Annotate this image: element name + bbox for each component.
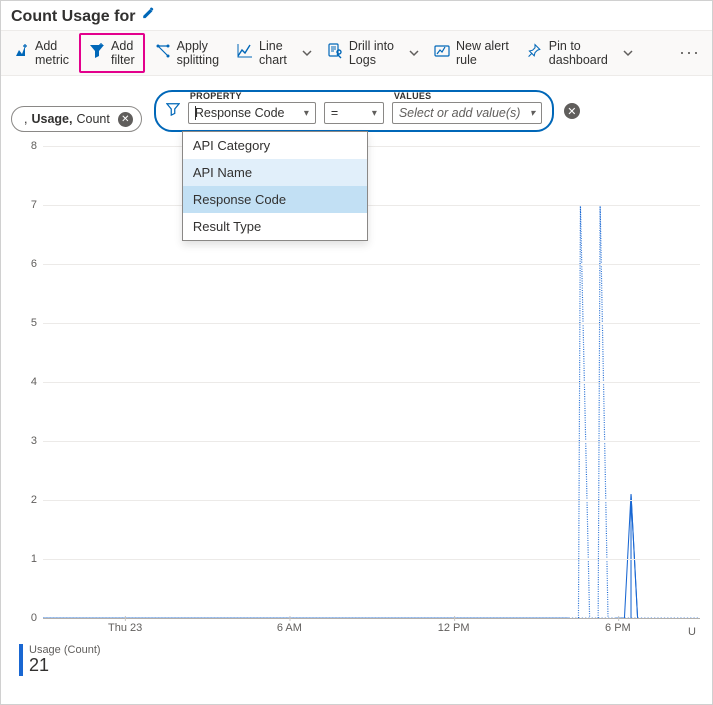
- dropdown-item[interactable]: Response Code: [183, 186, 367, 213]
- metric-pill-remove[interactable]: ✕: [118, 112, 133, 127]
- add-metric-button[interactable]: Add metric: [5, 33, 77, 73]
- y-tick: 5: [31, 317, 37, 329]
- x-tick: 6 AM: [277, 622, 302, 634]
- y-tick: 3: [31, 435, 37, 447]
- page-header: Count Usage for: [1, 1, 712, 30]
- filter-editor: PROPERTY Response Code ▾ = ▾ VALUES Sele…: [154, 90, 554, 132]
- add-metric-icon: [13, 43, 29, 62]
- y-tick: 1: [31, 553, 37, 565]
- dropdown-item[interactable]: Result Type: [183, 213, 367, 240]
- property-select[interactable]: Response Code ▾: [188, 102, 316, 124]
- drill-into-logs-button[interactable]: Drill into Logs: [319, 33, 402, 73]
- dropdown-item[interactable]: API Name: [183, 159, 367, 186]
- chart-plot[interactable]: [43, 146, 700, 618]
- apply-splitting-button[interactable]: Apply splitting: [147, 33, 227, 73]
- legend-value: 21: [29, 656, 712, 676]
- x-tick: 6 PM: [605, 622, 631, 634]
- new-alert-rule-button[interactable]: New alert rule: [426, 33, 517, 73]
- property-label: PROPERTY: [188, 91, 316, 101]
- x-tick: Thu 23: [108, 622, 142, 634]
- filter-icon: [89, 43, 105, 62]
- dropdown-item[interactable]: API Category: [183, 132, 367, 159]
- pin-to-dashboard-button[interactable]: Pin to dashboard: [519, 33, 616, 73]
- alert-icon: [434, 43, 450, 62]
- pin-chevron[interactable]: [618, 33, 638, 73]
- add-filter-button[interactable]: Add filter: [79, 33, 145, 73]
- chart-legend[interactable]: Usage (Count) 21: [19, 644, 712, 676]
- y-tick: 2: [31, 494, 37, 506]
- x-axis-ticks: Thu 23 6 AM 12 PM 6 PM: [43, 622, 700, 640]
- legend-label: Usage (Count): [29, 644, 712, 656]
- pin-icon: [527, 43, 543, 62]
- metric-pill-metric: Usage,: [31, 112, 72, 126]
- line-chart-icon: [237, 43, 253, 62]
- metric-pill-prefix: ,: [24, 112, 27, 126]
- x-axis-truncated-label: U: [688, 626, 696, 638]
- page-title: Count Usage for: [11, 8, 135, 26]
- x-tick: 12 PM: [438, 622, 470, 634]
- filter-row: , Usage, Count ✕ PROPERTY Response Code …: [1, 76, 712, 140]
- logs-icon: [327, 43, 343, 62]
- values-label: VALUES: [392, 91, 542, 101]
- metric-pill-agg: Count: [76, 112, 109, 126]
- y-tick: 8: [31, 140, 37, 152]
- funnel-icon: [166, 102, 180, 119]
- chevron-down-icon: ▾: [372, 108, 377, 119]
- drill-logs-chevron[interactable]: [404, 33, 424, 73]
- values-select[interactable]: Select or add value(s) ▾: [392, 102, 542, 124]
- y-tick: 7: [31, 199, 37, 211]
- y-tick: 6: [31, 258, 37, 270]
- operator-select[interactable]: = ▾: [324, 102, 384, 124]
- splitting-icon: [155, 43, 171, 62]
- y-tick: 4: [31, 376, 37, 388]
- y-tick: 0: [31, 612, 37, 624]
- y-axis-ticks: 012345678: [19, 146, 43, 618]
- metric-pill[interactable]: , Usage, Count ✕: [11, 106, 142, 132]
- property-dropdown: API CategoryAPI NameResponse CodeResult …: [182, 131, 368, 241]
- chevron-down-icon: ▾: [530, 108, 535, 119]
- filter-remove-button[interactable]: ✕: [564, 103, 580, 119]
- line-chart-button[interactable]: Line chart: [229, 33, 295, 73]
- edit-title-icon[interactable]: [141, 7, 155, 26]
- line-chart-chevron[interactable]: [297, 33, 317, 73]
- command-bar: Add metric Add filter Apply splitting Li…: [1, 30, 712, 76]
- chevron-down-icon: ▾: [304, 108, 309, 119]
- more-button[interactable]: ···: [671, 33, 708, 73]
